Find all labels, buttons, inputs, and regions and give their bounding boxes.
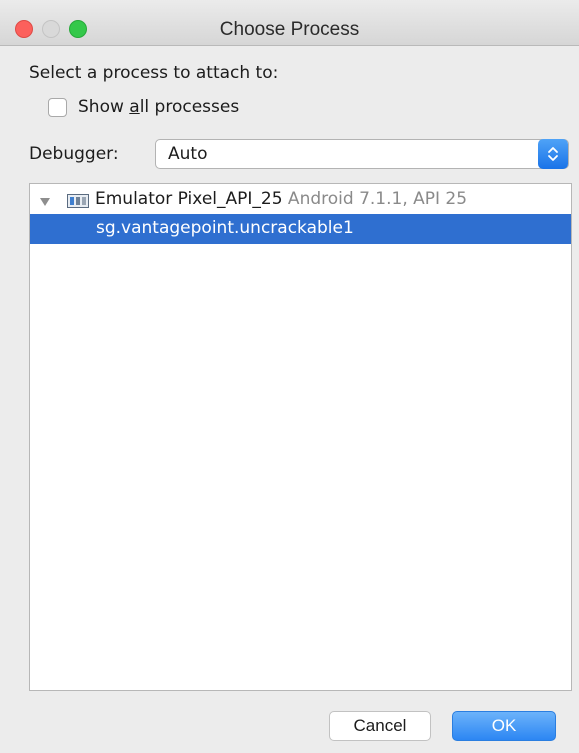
debugger-select[interactable]: Auto	[155, 139, 569, 169]
process-tree[interactable]: Emulator Pixel_API_25 Android 7.1.1, API…	[29, 183, 572, 691]
debugger-selected-value: Auto	[168, 144, 208, 164]
process-row[interactable]: sg.vantagepoint.uncrackable1	[30, 214, 571, 244]
show-all-processes-checkbox[interactable]	[48, 97, 67, 117]
updown-chevron-icon[interactable]	[538, 139, 568, 169]
show-all-processes-label[interactable]: Show all processes	[78, 97, 239, 117]
debugger-label: Debugger:	[29, 144, 119, 164]
device-name: Emulator Pixel_API_25	[95, 189, 283, 209]
disclosure-triangle-icon[interactable]	[39, 193, 51, 212]
process-name: sg.vantagepoint.uncrackable1	[96, 218, 354, 238]
ok-button[interactable]: OK	[452, 711, 556, 741]
window-title: Choose Process	[219, 19, 360, 40]
device-icon	[67, 193, 89, 212]
cancel-button[interactable]: Cancel	[329, 711, 431, 741]
device-label: Emulator Pixel_API_25 Android 7.1.1, API…	[95, 189, 467, 209]
show-all-processes-option[interactable]: Show all processes	[48, 97, 239, 117]
instruction-label: Select a process to attach to:	[29, 63, 279, 83]
device-info: Android 7.1.1, API 25	[282, 189, 468, 209]
tree-device-node[interactable]: Emulator Pixel_API_25 Android 7.1.1, API…	[30, 185, 571, 215]
title-bar: Choose Process	[0, 0, 579, 46]
